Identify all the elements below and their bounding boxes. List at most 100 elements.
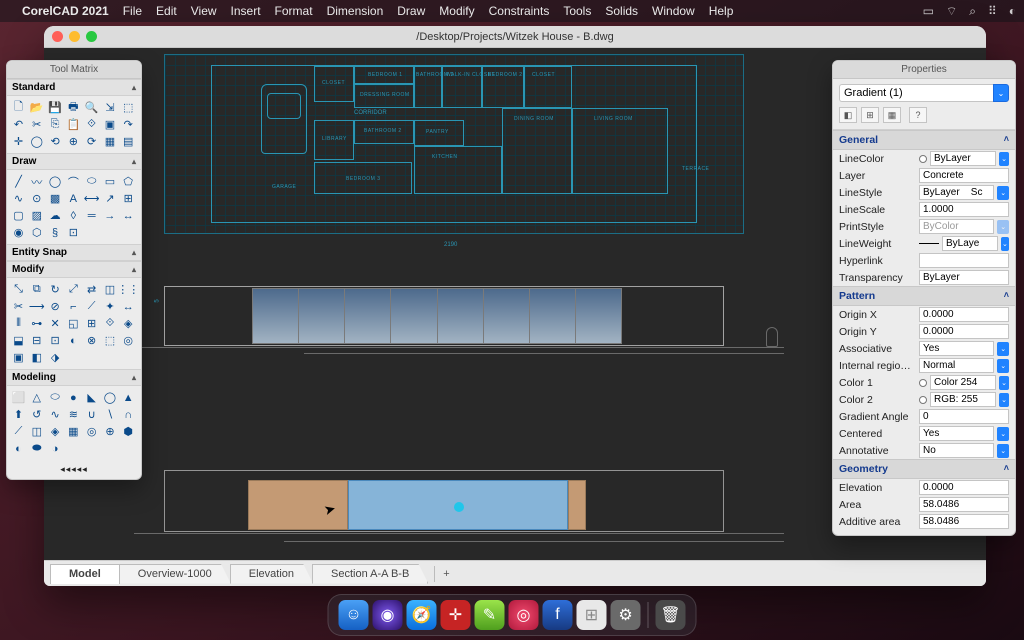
tool-icon[interactable]: ✛ <box>10 133 27 150</box>
menu-modify[interactable]: Modify <box>439 4 474 18</box>
safari-icon[interactable]: 🧭 <box>407 600 437 630</box>
revision-icon[interactable]: ☁ <box>47 207 64 224</box>
tool-matrix-palette[interactable]: Tool Matrix Standard▴ 🗋📂💾🖶🔍⇲⬚ ↶✂⎘📋⟐▣↷ ✛◯… <box>6 60 142 480</box>
align-icon[interactable]: ⫴ <box>10 315 27 332</box>
siri-icon[interactable]: ◉ <box>373 600 403 630</box>
tool-icon[interactable]: ⬓ <box>10 332 27 349</box>
font-manager-icon[interactable]: f <box>543 600 573 630</box>
new-icon[interactable]: 🗋 <box>10 99 27 116</box>
palette-grip[interactable]: ◂◂◂◂◂ <box>7 460 141 479</box>
shell-icon[interactable]: ◎ <box>83 423 100 440</box>
window-titlebar[interactable]: /Desktop/Projects/Witzek House - B.dwg <box>44 26 986 48</box>
prop-value[interactable] <box>919 497 1009 512</box>
control-center-icon[interactable]: ⠿ <box>988 4 997 18</box>
dropdown-icon[interactable]: ⌄ <box>997 427 1009 441</box>
boundary-icon[interactable]: ▨ <box>28 207 45 224</box>
regen-icon[interactable]: ⟳ <box>83 133 100 150</box>
layer-icon[interactable]: ▤ <box>120 133 137 150</box>
dropdown-icon[interactable]: ⌄ <box>997 342 1009 356</box>
circle-icon[interactable]: ◯ <box>47 173 64 190</box>
battery-icon[interactable]: ▭ <box>923 4 934 18</box>
wedge-icon[interactable]: ◣ <box>83 389 100 406</box>
dropdown-icon[interactable]: ⌄ <box>999 376 1009 390</box>
prop-value[interactable] <box>919 443 994 458</box>
chamfer-icon[interactable]: ⟋ <box>83 298 100 315</box>
matchprops-icon[interactable]: ⟐ <box>83 116 100 133</box>
prop-value[interactable] <box>919 426 994 441</box>
prop-value[interactable] <box>919 270 1009 285</box>
tool-icon[interactable]: ◎ <box>120 332 137 349</box>
solid-edit-icon[interactable]: ◈ <box>47 423 64 440</box>
select-icon[interactable]: ▦ <box>883 107 901 123</box>
zoom-window-icon[interactable] <box>86 31 97 42</box>
palette-title[interactable]: Properties <box>833 61 1015 79</box>
menu-insert[interactable]: Insert <box>231 4 261 18</box>
mirror-icon[interactable]: ⇄ <box>83 281 100 298</box>
tool-icon[interactable]: ⊟ <box>28 332 45 349</box>
section-esnap[interactable]: Entity Snap▴ <box>7 244 141 261</box>
leader-icon[interactable]: ↗ <box>101 190 118 207</box>
finder-icon[interactable]: ☺ <box>339 600 369 630</box>
coreldraw-icon[interactable]: ✎ <box>475 600 505 630</box>
subtract-icon[interactable]: ∖ <box>101 406 118 423</box>
dropdown-icon[interactable]: ⌄ <box>997 444 1009 458</box>
group-geometry[interactable]: Geometry˄ <box>833 459 1015 479</box>
help-button[interactable]: ? <box>909 107 927 123</box>
rotate-icon[interactable]: ↻ <box>47 281 64 298</box>
torus-icon[interactable]: ◯ <box>101 389 118 406</box>
trim-icon[interactable]: ✂ <box>10 298 27 315</box>
chevron-up-icon[interactable]: ˄ <box>1004 290 1009 302</box>
array-icon[interactable]: ⋮⋮ <box>120 281 137 298</box>
redo-icon[interactable]: ↷ <box>120 116 137 133</box>
prop-value[interactable] <box>919 324 1009 339</box>
grid-icon[interactable]: ▦ <box>101 133 118 150</box>
selection-input[interactable] <box>839 84 993 102</box>
trash-icon[interactable]: 🗑 <box>656 600 686 630</box>
wifi-icon[interactable]: ⌔ <box>946 4 957 19</box>
dimension-icon[interactable]: ⟷ <box>83 190 100 207</box>
minimize-window-icon[interactable] <box>69 31 80 42</box>
siri-icon[interactable]: ◐ <box>1009 4 1016 18</box>
hatch-icon[interactable]: ▩ <box>47 190 64 207</box>
chevron-up-icon[interactable]: ˄ <box>1004 134 1009 146</box>
helix-icon[interactable]: § <box>47 224 64 241</box>
xline-icon[interactable]: ↔ <box>120 207 137 224</box>
erase-icon[interactable]: ✕ <box>47 315 64 332</box>
multiline-icon[interactable]: ═ <box>83 207 100 224</box>
donut-icon[interactable]: ◉ <box>10 224 27 241</box>
cylinder-icon[interactable]: ⬭ <box>47 389 64 406</box>
dropdown-icon[interactable]: ⌄ <box>997 359 1009 373</box>
menu-dimension[interactable]: Dimension <box>327 4 384 18</box>
move-icon[interactable]: ⤡ <box>10 281 27 298</box>
copy-icon[interactable]: ⎘ <box>47 116 64 133</box>
tab-section[interactable]: Section A-A B-B <box>312 564 428 584</box>
save-icon[interactable]: 💾 <box>47 99 64 116</box>
cone-icon[interactable]: △ <box>28 389 45 406</box>
preview-icon[interactable]: 🔍 <box>83 99 100 116</box>
tool-icon[interactable]: ⊕ <box>101 423 118 440</box>
collapse-icon[interactable]: ▴ <box>132 373 136 382</box>
photo-paint-icon[interactable]: ◎ <box>509 600 539 630</box>
menu-edit[interactable]: Edit <box>156 4 177 18</box>
table-icon[interactable]: ⊞ <box>120 190 137 207</box>
prop-value[interactable] <box>919 168 1009 183</box>
menu-file[interactable]: File <box>123 4 142 18</box>
launchpad-icon[interactable]: ⊞ <box>577 600 607 630</box>
collapse-icon[interactable]: ▴ <box>132 157 136 166</box>
dropdown-icon[interactable]: ⌄ <box>997 186 1009 200</box>
menu-draw[interactable]: Draw <box>397 4 425 18</box>
import-icon[interactable]: ⬚ <box>120 99 137 116</box>
tool-icon[interactable]: ⬬ <box>28 440 45 457</box>
arc-icon[interactable]: ⌒ <box>65 173 82 190</box>
break-icon[interactable]: ⊘ <box>47 298 64 315</box>
prop-value[interactable] <box>919 480 1009 495</box>
sphere-icon[interactable]: ● <box>65 389 82 406</box>
menu-view[interactable]: View <box>191 4 217 18</box>
selection-grip-icon[interactable] <box>454 502 464 512</box>
prop-value[interactable] <box>930 392 996 407</box>
palette-title[interactable]: Tool Matrix <box>7 61 141 79</box>
close-window-icon[interactable] <box>52 31 63 42</box>
properties-palette[interactable]: Properties ⌄ ◧ ⊞ ▦ ? General˄ LineColor⌄… <box>832 60 1016 536</box>
chevron-up-icon[interactable]: ˄ <box>1004 463 1009 475</box>
prop-value[interactable] <box>930 151 996 166</box>
